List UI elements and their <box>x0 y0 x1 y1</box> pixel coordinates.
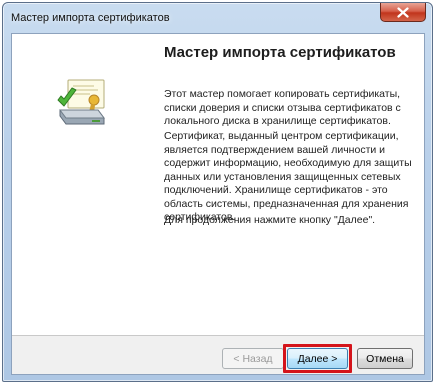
wizard-footer: < Назад Далее > Отмена <box>12 336 424 374</box>
window-title: Мастер импорта сертификатов <box>11 12 170 24</box>
close-button[interactable] <box>380 3 426 22</box>
close-icon <box>397 6 409 18</box>
wizard-content: Мастер импорта сертификатов Этот мастер … <box>12 34 424 335</box>
intro-paragraph: Этот мастер помогает копировать сертифик… <box>164 88 401 127</box>
page-title: Мастер импорта сертификатов <box>164 44 396 61</box>
back-button[interactable]: < Назад <box>222 348 284 369</box>
cancel-button[interactable]: Отмена <box>357 348 413 369</box>
wizard-client-area: Мастер импорта сертификатов Этот мастер … <box>11 33 425 375</box>
next-button-highlight <box>283 344 352 373</box>
wizard-window: Мастер импорта сертификатов Мастер импор… <box>2 2 433 382</box>
certificate-import-icon <box>57 79 105 125</box>
certificate-description-paragraph: Сертификат, выданный центром сертификаци… <box>164 130 412 223</box>
continue-instruction: Для продолжения нажмите кнопку "Далее". <box>164 214 376 226</box>
title-bar[interactable]: Мастер импорта сертификатов <box>3 3 432 33</box>
